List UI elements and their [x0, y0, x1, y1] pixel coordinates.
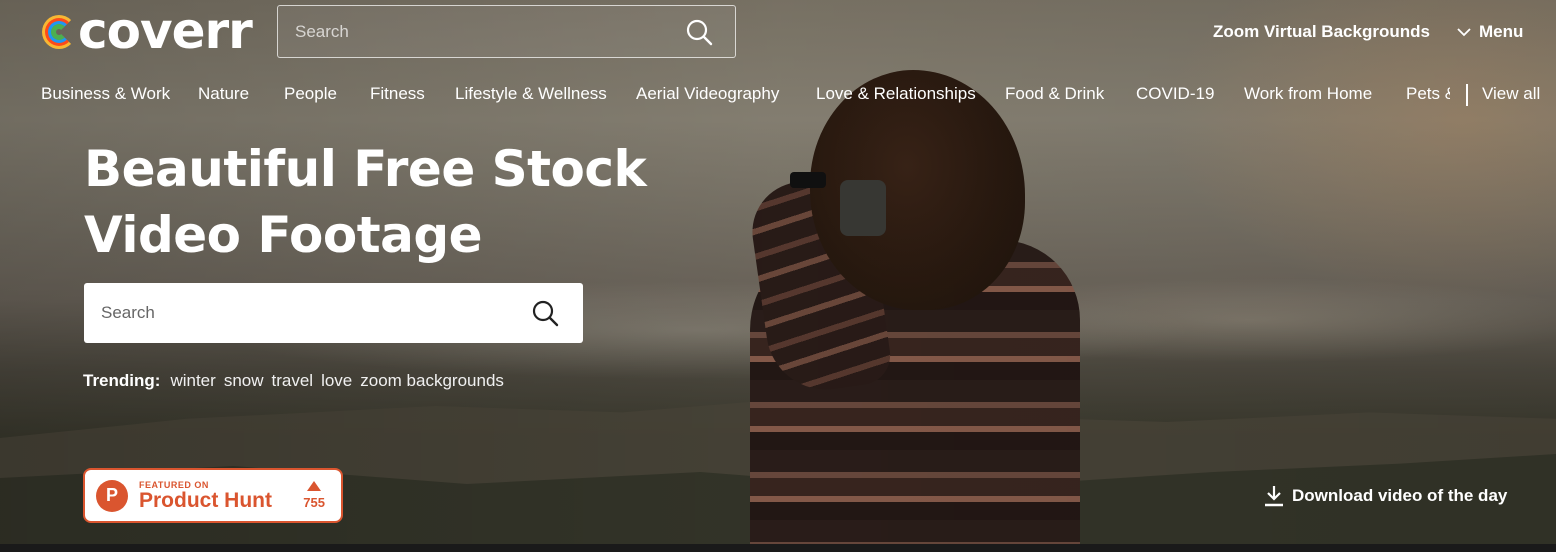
header-search[interactable]: [277, 5, 736, 58]
product-hunt-votes: 755: [303, 481, 325, 510]
product-hunt-logo-icon: P: [96, 479, 128, 512]
category-love-relationships[interactable]: Love & Relationships: [816, 84, 976, 104]
category-pets[interactable]: Pets &: [1406, 84, 1450, 104]
product-hunt-featured-label: FEATURED ON: [139, 479, 209, 490]
category-covid-19[interactable]: COVID-19: [1136, 84, 1214, 104]
zoom-backgrounds-link[interactable]: Zoom Virtual Backgrounds: [1213, 22, 1430, 42]
hero-background: [0, 0, 1556, 544]
hero-search[interactable]: [84, 283, 583, 343]
category-aerial-videography[interactable]: Aerial Videography: [636, 84, 779, 104]
trending-label: Trending:: [83, 371, 161, 390]
logo-text: coverr: [78, 2, 253, 60]
search-icon[interactable]: [685, 18, 713, 46]
header-search-input[interactable]: [278, 6, 685, 57]
search-icon[interactable]: [531, 299, 559, 327]
hero-shade: [0, 0, 1556, 544]
logo-mark-icon: [42, 11, 76, 51]
hero-title-line-2: Video Footage: [84, 206, 483, 264]
menu-label: Menu: [1479, 22, 1524, 41]
trending-tags: Trending: winter snow travel love zoom b…: [83, 371, 504, 391]
product-hunt-name: Product Hunt: [139, 488, 272, 512]
trending-tag-love[interactable]: love: [321, 371, 352, 391]
trending-tag-snow[interactable]: snow: [224, 371, 264, 391]
download-icon: [1265, 486, 1283, 507]
menu-button[interactable]: Menu: [1457, 22, 1523, 42]
category-nav: Business & Work Nature People Fitness Li…: [0, 84, 1556, 108]
upvote-icon: [307, 481, 322, 491]
bottom-bar: [0, 544, 1556, 552]
product-hunt-text: FEATURED ON Product Hunt: [139, 480, 272, 512]
chevron-down-icon: [1457, 28, 1471, 37]
trending-tag-zoom-backgrounds[interactable]: zoom backgrounds: [360, 371, 504, 391]
coverr-logo[interactable]: coverr: [42, 2, 253, 60]
hero-title-line-1: Beautiful Free Stock: [84, 140, 647, 198]
view-all-link[interactable]: View all: [1482, 84, 1540, 104]
hero-title: Beautiful Free Stock Video Footage: [84, 136, 647, 268]
product-hunt-vote-count: 755: [303, 495, 325, 510]
category-food-drink[interactable]: Food & Drink: [1005, 84, 1104, 104]
product-hunt-badge[interactable]: P FEATURED ON Product Hunt 755: [83, 468, 343, 523]
category-divider: [1466, 84, 1468, 106]
category-work-from-home[interactable]: Work from Home: [1244, 84, 1372, 104]
trending-tag-winter[interactable]: winter: [170, 371, 215, 391]
category-lifestyle-wellness[interactable]: Lifestyle & Wellness: [455, 84, 607, 104]
trending-tag-travel[interactable]: travel: [272, 371, 314, 391]
category-business-work[interactable]: Business & Work: [41, 84, 170, 104]
download-video-of-day-button[interactable]: Download video of the day: [1264, 485, 1507, 507]
hero-search-input[interactable]: [84, 283, 531, 343]
category-people[interactable]: People: [284, 84, 337, 104]
category-nature[interactable]: Nature: [198, 84, 249, 104]
category-fitness[interactable]: Fitness: [370, 84, 425, 104]
download-label: Download video of the day: [1292, 486, 1508, 505]
